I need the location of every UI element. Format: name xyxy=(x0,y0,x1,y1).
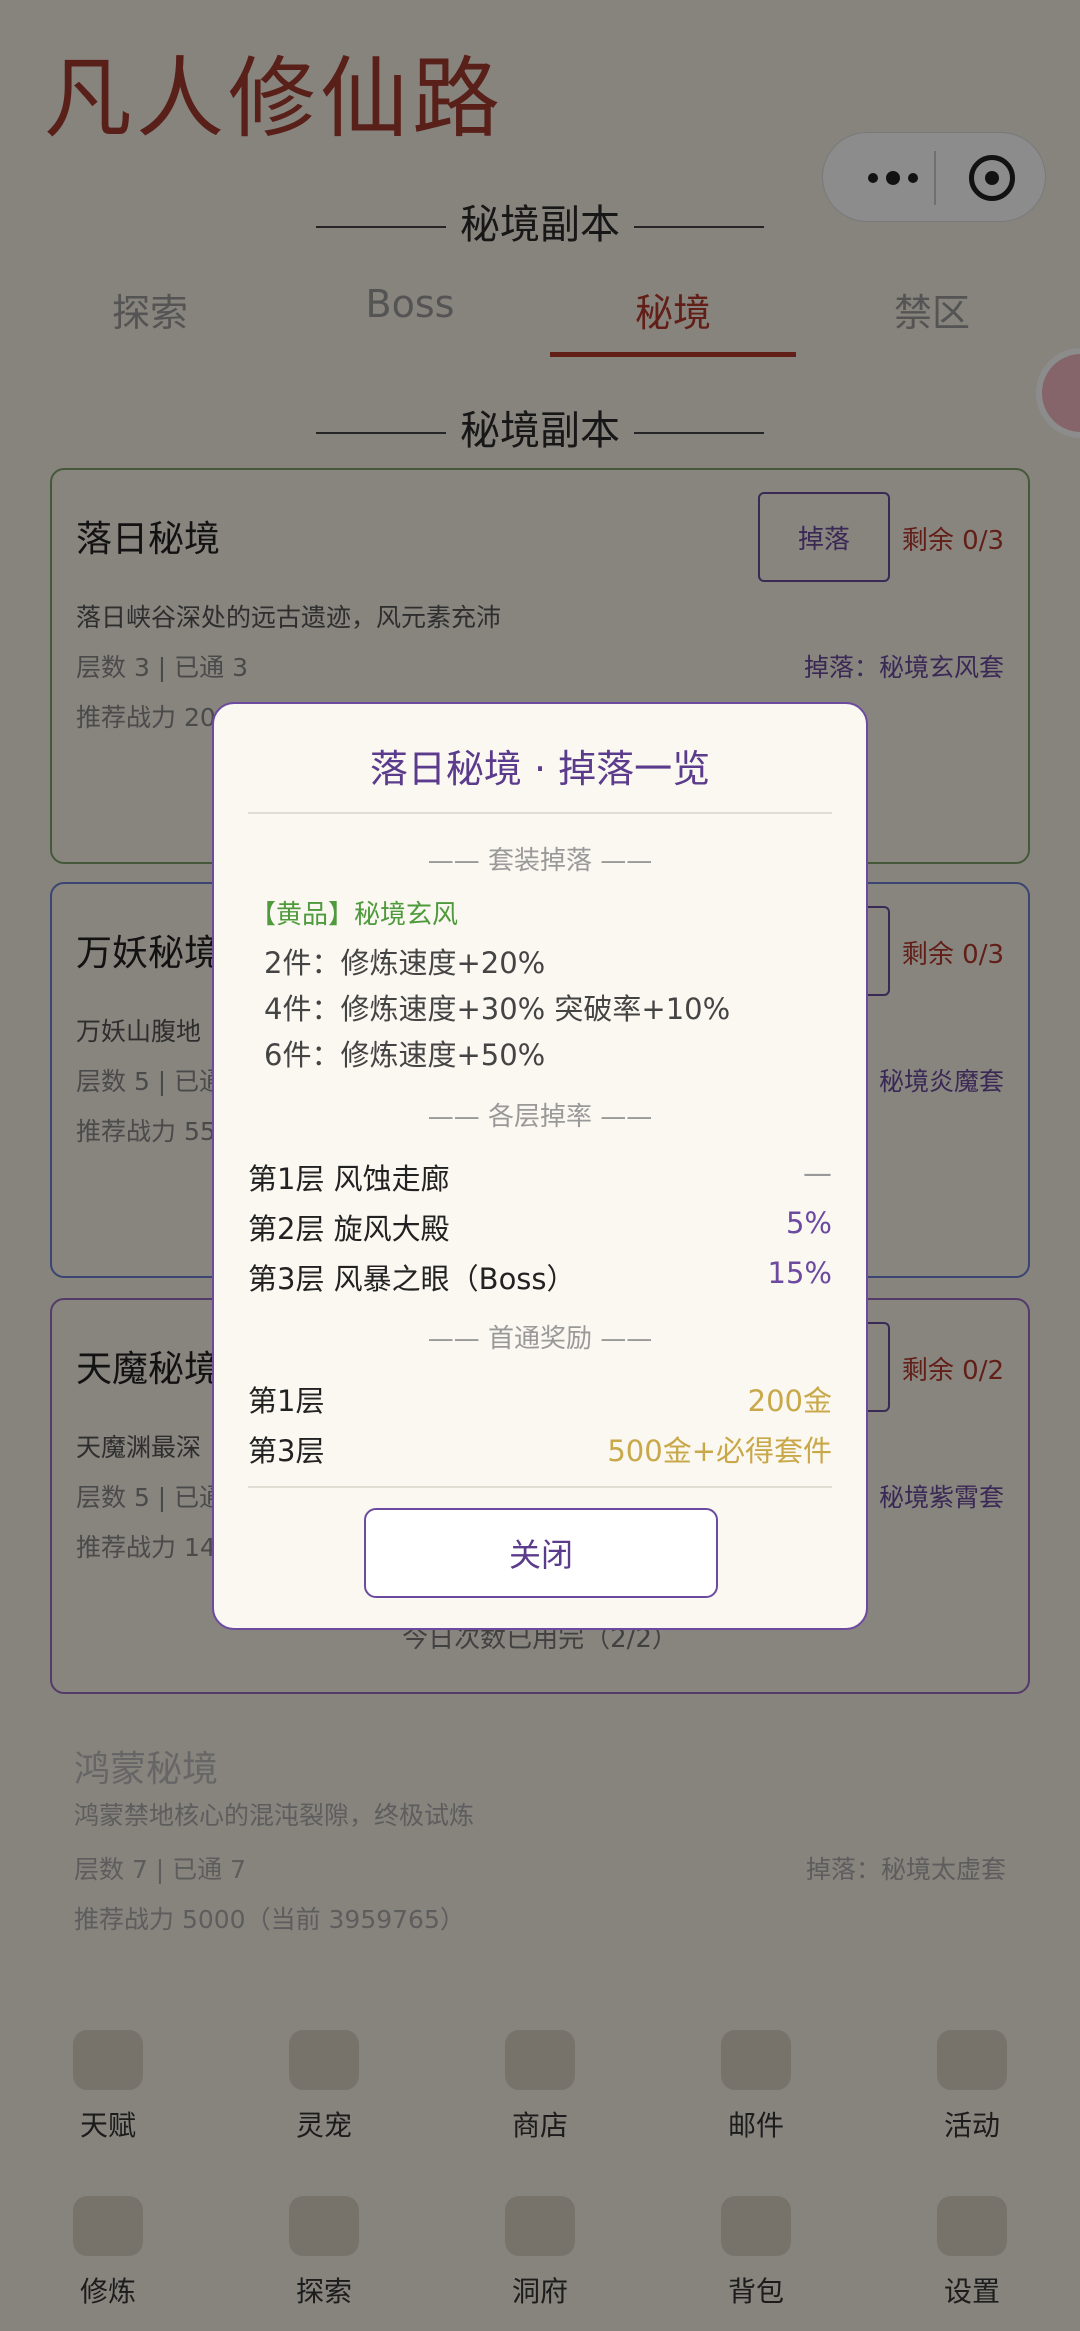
floor-rate: 5% xyxy=(785,1206,832,1240)
first-clear-reward: 500金+必得套件 xyxy=(607,1434,832,1468)
first-clear-reward: 200金 xyxy=(747,1384,832,1418)
set-bonus: 2件：修炼速度+20% xyxy=(264,946,546,980)
floor-rate-row: 第3层 风暴之眼（Boss） 15% xyxy=(248,1256,832,1298)
floor-name: 第3层 风暴之眼（Boss） xyxy=(248,1262,576,1296)
close-button[interactable]: 关闭 xyxy=(364,1508,718,1598)
floor-name: 第1层 风蚀走廊 xyxy=(248,1162,450,1196)
set-bonus: 6件：修炼速度+50% xyxy=(264,1038,546,1072)
divider xyxy=(248,1486,832,1488)
set-name: 【黄品】秘境玄风 xyxy=(250,900,459,930)
floor-rate-row: 第1层 风蚀走廊 — xyxy=(248,1156,832,1198)
floor-name: 第2层 旋风大殿 xyxy=(248,1212,450,1246)
divider xyxy=(248,812,832,814)
first-clear-section-title: —— 首通奖励 —— xyxy=(427,1324,653,1354)
floor-section-title: —— 各层掉率 —— xyxy=(427,1102,653,1132)
floor-rate: 15% xyxy=(767,1256,832,1290)
modal-title: 落日秘境 · 掉落一览 xyxy=(369,747,711,791)
drop-list-modal: 落日秘境 · 掉落一览 —— 套装掉落 —— 【黄品】秘境玄风 2件：修炼速度+… xyxy=(212,702,868,1630)
set-bonus: 4件：修炼速度+30% 突破率+10% xyxy=(264,992,731,1026)
first-clear-row: 第3层 500金+必得套件 xyxy=(248,1428,832,1470)
first-clear-row: 第1层 200金 xyxy=(248,1378,832,1420)
first-clear-floor: 第1层 xyxy=(248,1384,325,1418)
first-clear-floor: 第3层 xyxy=(248,1434,325,1468)
set-section-title: —— 套装掉落 —— xyxy=(427,846,653,876)
floor-rate: — xyxy=(803,1156,832,1190)
floor-rate-row: 第2层 旋风大殿 5% xyxy=(248,1206,832,1248)
